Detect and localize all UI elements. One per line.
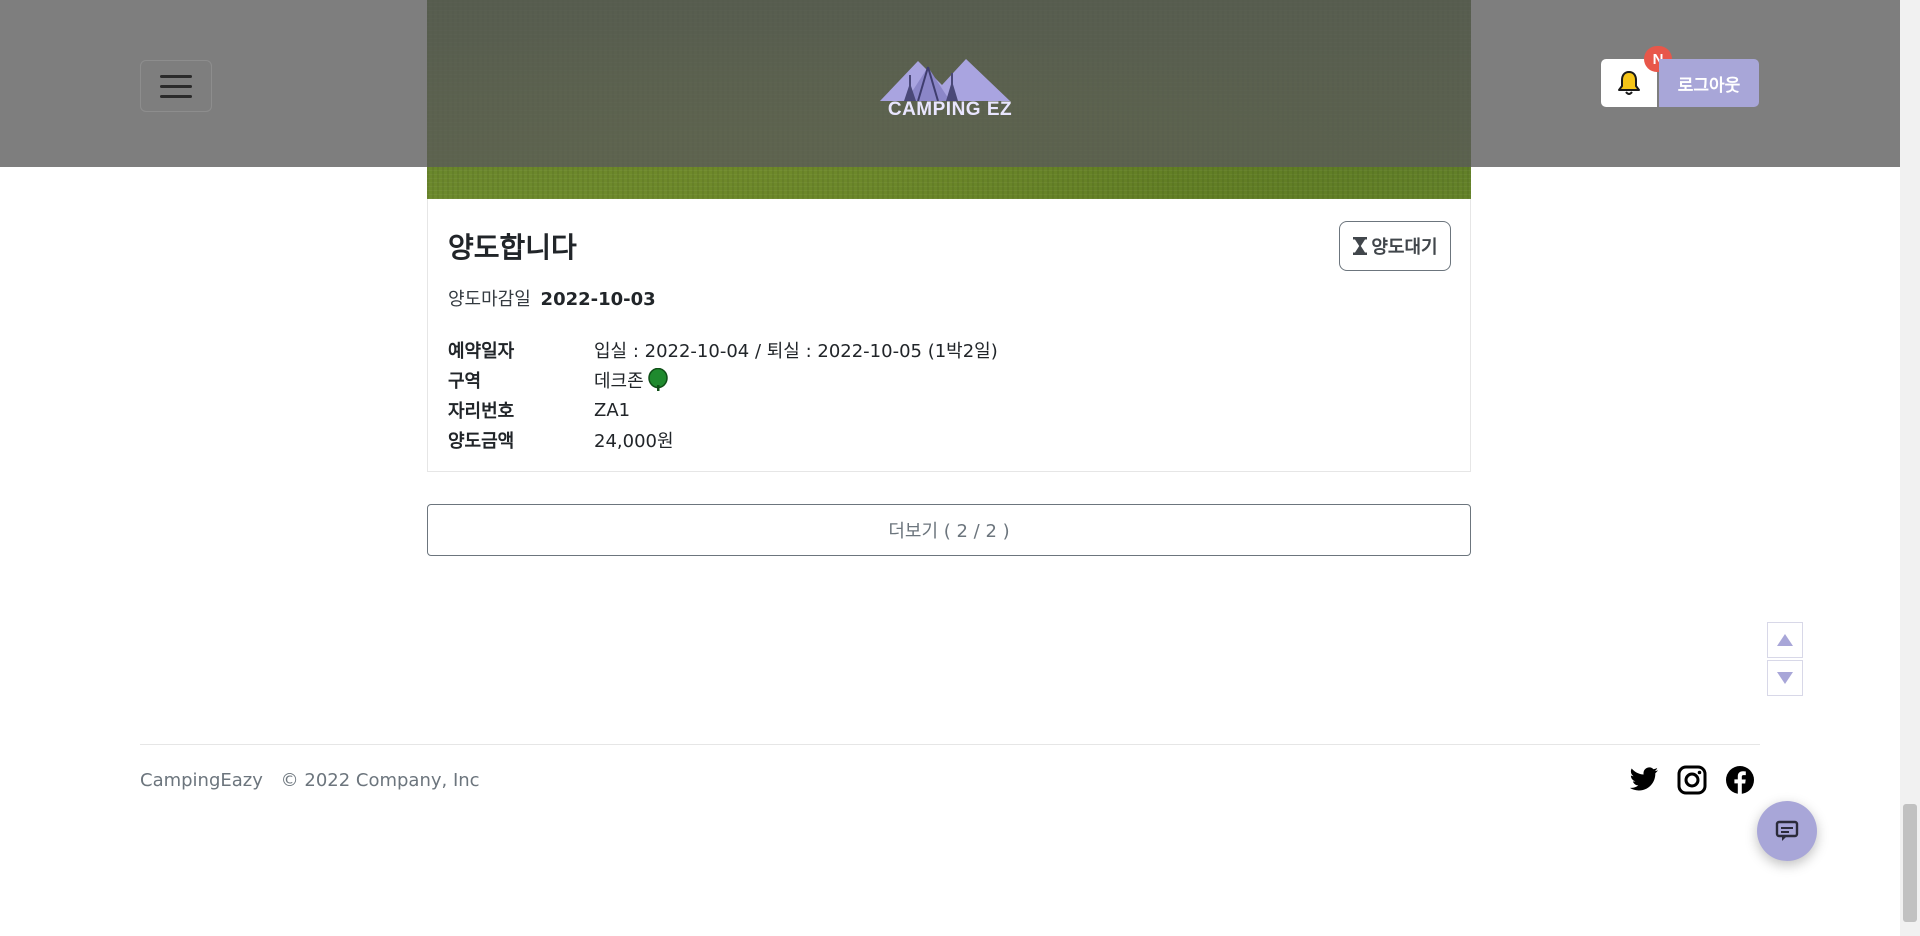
page: CAMPING EZ N 로그아웃 양도합니다 양도대기 양도마감일 2022-… — [0, 0, 1920, 936]
page-scrollbar[interactable] — [1900, 0, 1920, 936]
info-label: 자리번호 — [448, 401, 515, 422]
hamburger-icon-bar — [160, 94, 192, 98]
logo-text: CAMPING EZ — [887, 99, 1013, 120]
status-label: 양도대기 — [1371, 237, 1438, 258]
footer-brand: CampingEazy — [140, 770, 263, 791]
menu-toggle-button[interactable] — [140, 60, 212, 112]
deadline: 양도마감일 2022-10-03 — [448, 285, 656, 311]
reservation-info: 예약일자 입실 : 2022-10-04 / 퇴실 : 2022-10-05 (… — [448, 335, 998, 455]
social-links — [1628, 764, 1756, 796]
brand-logo[interactable]: CAMPING EZ — [870, 55, 1030, 127]
info-label: 예약일자 — [448, 341, 515, 362]
footer-divider — [140, 744, 1760, 745]
scroll-nav — [1767, 622, 1803, 696]
info-label: 양도금액 — [448, 431, 515, 452]
card-title: 양도합니다 — [448, 231, 577, 264]
bell-icon — [1618, 71, 1640, 95]
hamburger-icon-bar — [160, 74, 192, 78]
tree-icon — [647, 368, 668, 391]
info-row-zone: 구역 데크존 — [448, 365, 998, 395]
info-row-date: 예약일자 입실 : 2022-10-04 / 퇴실 : 2022-10-05 (… — [448, 335, 998, 365]
instagram-icon[interactable] — [1676, 764, 1708, 796]
deadline-value: 2022-10-03 — [540, 289, 656, 310]
facebook-icon[interactable] — [1724, 764, 1756, 796]
status-button[interactable]: 양도대기 — [1339, 221, 1451, 271]
transfer-card[interactable]: 양도합니다 양도대기 양도마감일 2022-10-03 예약일자 입실 : 20… — [427, 199, 1471, 472]
chat-button[interactable] — [1757, 801, 1817, 861]
mountain-tent-icon — [880, 59, 1010, 102]
hamburger-icon-bar — [160, 84, 192, 88]
top-header: CAMPING EZ N 로그아웃 — [0, 0, 1900, 167]
zone-name: 데크존 — [594, 371, 644, 392]
logout-button[interactable]: 로그아웃 — [1659, 59, 1759, 107]
footer-copyright: CampingEazy © 2022 Company, Inc — [140, 770, 480, 791]
info-value: ZA1 — [594, 399, 631, 421]
deadline-label: 양도마감일 — [448, 289, 531, 310]
triangle-up-icon — [1777, 634, 1793, 646]
info-row-price: 양도금액 24,000원 — [448, 425, 998, 455]
copyright-text: © 2022 Company, Inc — [280, 770, 480, 791]
triangle-down-icon — [1777, 672, 1793, 684]
info-value-zone: 데크존 — [594, 367, 669, 393]
info-row-site: 자리번호 ZA1 — [448, 395, 998, 425]
scroll-down-button[interactable] — [1767, 660, 1803, 696]
twitter-icon[interactable] — [1628, 764, 1660, 796]
load-more-button[interactable]: 더보기 ( 2 / 2 ) — [427, 504, 1471, 556]
scrollbar-thumb[interactable] — [1903, 804, 1917, 922]
info-label: 구역 — [448, 371, 482, 392]
info-value: 24,000원 — [594, 431, 674, 452]
scroll-up-button[interactable] — [1767, 622, 1803, 658]
chat-icon — [1775, 820, 1799, 841]
info-value: 입실 : 2022-10-04 / 퇴실 : 2022-10-05 (1박2일) — [594, 341, 998, 362]
hourglass-icon — [1353, 237, 1368, 255]
